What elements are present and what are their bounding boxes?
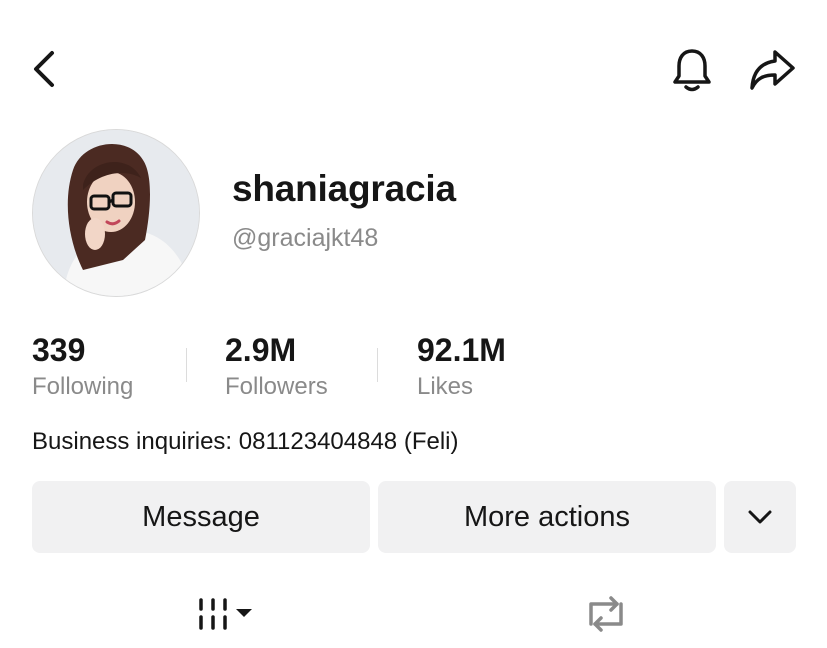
message-button[interactable]: Message xyxy=(32,481,370,553)
stat-followers[interactable]: 2.9M Followers xyxy=(225,332,328,404)
stat-following[interactable]: 339 Following xyxy=(32,332,133,404)
more-actions-button[interactable]: More actions xyxy=(378,481,716,553)
share-button[interactable] xyxy=(746,44,798,96)
chevron-down-icon xyxy=(748,510,772,524)
stat-divider xyxy=(377,348,378,382)
suggested-accounts-dropdown-button[interactable] xyxy=(724,481,796,553)
stat-value: 2.9M xyxy=(225,332,297,368)
stat-value: 92.1M xyxy=(417,332,506,368)
share-arrow-icon xyxy=(750,50,795,90)
stat-label: Followers xyxy=(225,373,328,400)
stat-likes[interactable]: 92.1M Likes xyxy=(417,332,506,404)
stat-label: Likes xyxy=(417,373,474,400)
tab-videos[interactable] xyxy=(190,588,260,640)
stat-label: Following xyxy=(32,373,134,400)
repost-icon xyxy=(589,596,623,632)
back-button[interactable] xyxy=(22,46,66,92)
display-name: shaniagracia xyxy=(232,168,456,209)
avatar-image xyxy=(33,130,199,296)
stat-value: 339 xyxy=(32,332,86,368)
bio-text: Business inquiries: 081123404848 (Feli) xyxy=(32,428,459,455)
username-handle: @graciajkt48 xyxy=(232,224,379,252)
grid-lines-icon xyxy=(199,598,252,630)
chevron-left-icon xyxy=(34,51,54,87)
notification-bell-button[interactable] xyxy=(668,44,716,96)
stat-divider xyxy=(186,348,187,382)
tab-reposts[interactable] xyxy=(578,588,634,640)
avatar[interactable] xyxy=(32,129,200,297)
bell-icon xyxy=(673,49,711,92)
